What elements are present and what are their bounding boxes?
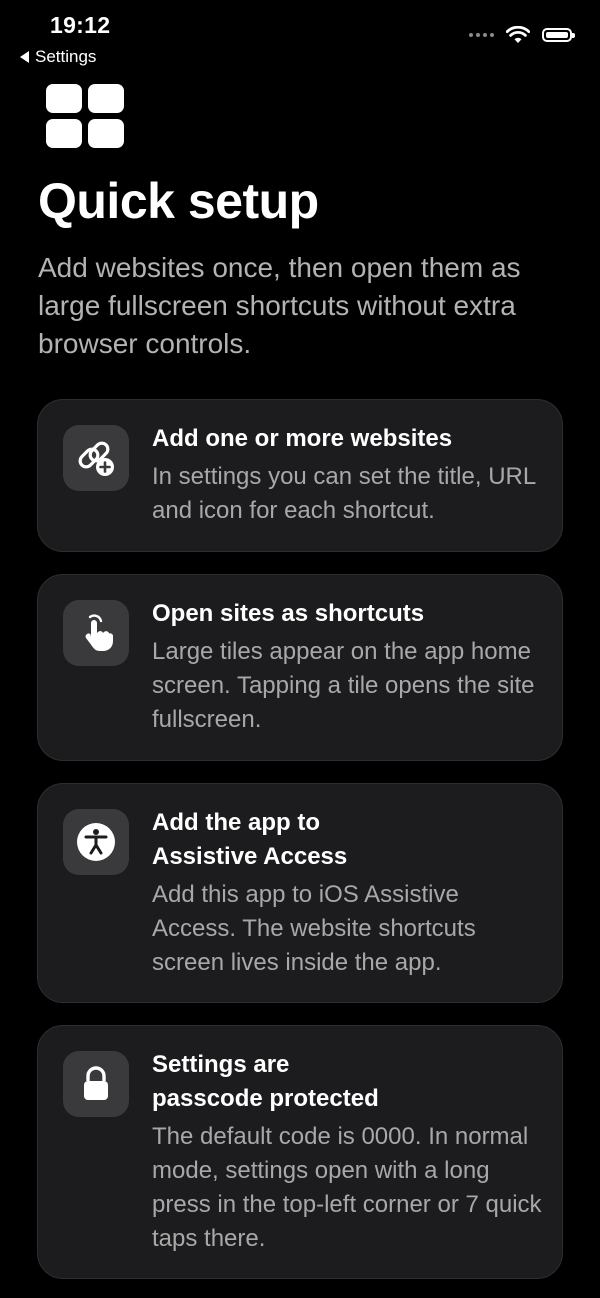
card-title: Add the app to Assistive Access [152, 809, 348, 870]
cellular-signal-icon [469, 33, 494, 37]
hand-tap-icon [63, 600, 129, 666]
back-to-settings-button[interactable]: Settings [20, 47, 96, 67]
page-title: Quick setup [38, 173, 319, 229]
back-arrow-icon [20, 51, 29, 63]
card-description: In settings you can set the title, URL a… [152, 463, 536, 524]
battery-icon [542, 28, 575, 42]
app-grid-icon [46, 84, 124, 148]
card-description: Large tiles appear on the app home scree… [152, 638, 535, 733]
status-time: 19:12 [50, 12, 111, 38]
wifi-icon [506, 26, 530, 43]
feature-card-passcode: Settings are passcode protected The defa… [37, 1025, 563, 1279]
page-subtitle: Add websites once, then open them as lar… [38, 252, 521, 359]
card-title: Add one or more websites [152, 425, 453, 452]
feature-card-assistive-access: Add the app to Assistive Access Add this… [37, 783, 563, 1003]
status-indicators [469, 26, 575, 44]
card-description: Add this app to iOS Assistive Access. Th… [152, 881, 476, 976]
card-title: Open sites as shortcuts [152, 600, 425, 627]
card-description: The default code is 0000. In normal mode… [152, 1123, 542, 1252]
feature-card-add-websites: Add one or more websites In settings you… [37, 399, 563, 552]
back-label: Settings [35, 47, 97, 66]
link-plus-icon [63, 425, 129, 491]
lock-icon [63, 1051, 129, 1117]
card-title: Settings are passcode protected [152, 1051, 379, 1112]
accessibility-icon [63, 809, 129, 875]
feature-card-open-shortcuts: Open sites as shortcuts Large tiles appe… [37, 574, 563, 761]
